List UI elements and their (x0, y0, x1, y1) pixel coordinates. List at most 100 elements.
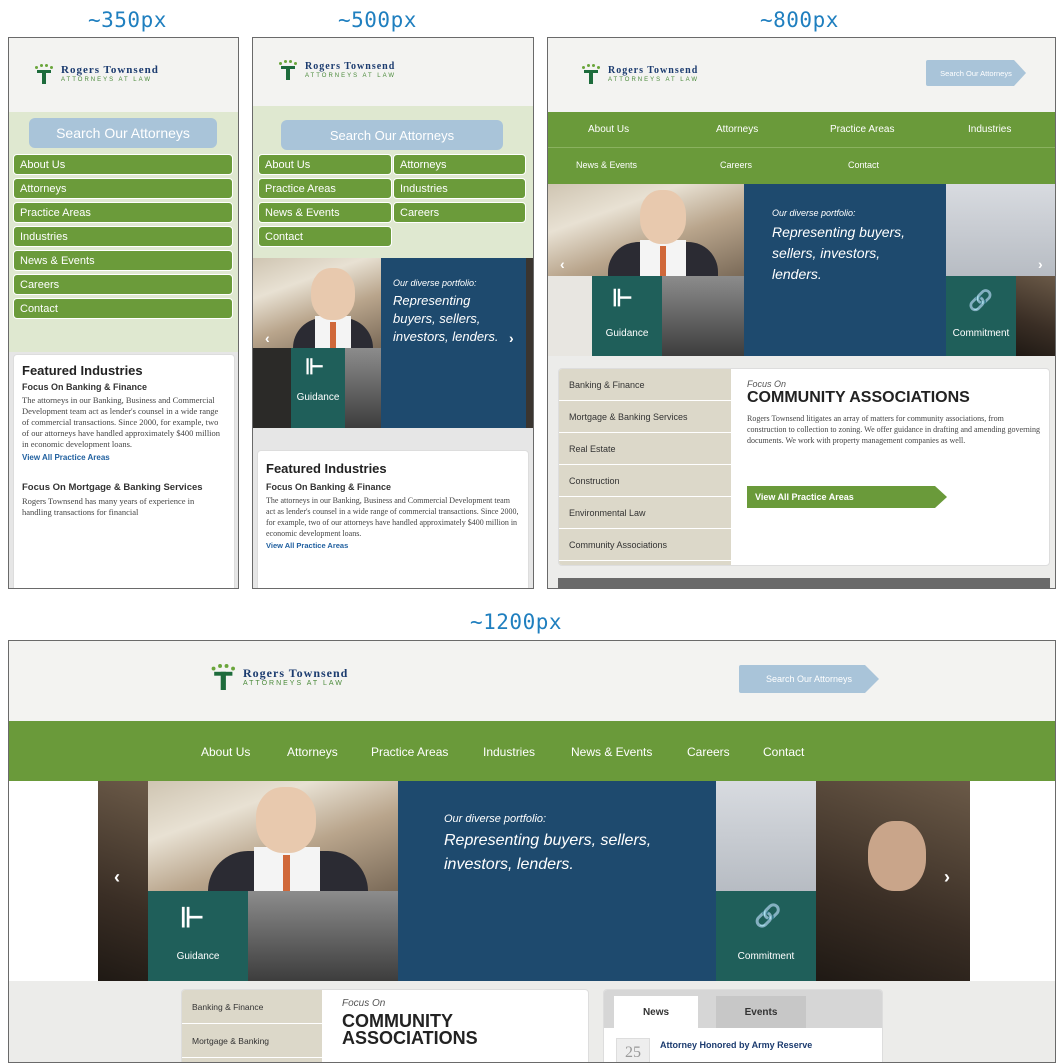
nav-attorneys[interactable]: Attorneys (393, 154, 526, 175)
nav-divider (548, 147, 1055, 148)
featured-heading-1: Focus On Banking & Finance (266, 482, 392, 492)
news-events-card: News Events 25 Attorney Honored by Army … (603, 989, 883, 1062)
nav-news-events[interactable]: News & Events (258, 202, 392, 223)
scales-photo (345, 348, 381, 428)
hero-line: Representing buyers, sellers, investors,… (393, 293, 499, 344)
mockup-800: Rogers Townsend ATTORNEYS AT LAW Search O… (547, 37, 1056, 589)
nav-about-us[interactable]: About Us (258, 154, 392, 175)
nav-industries[interactable]: Industries (968, 124, 1011, 135)
view-all-link[interactable]: View All Practice Areas (266, 541, 520, 550)
scales-photo (662, 276, 744, 356)
nav-careers[interactable]: Careers (720, 160, 752, 170)
nav-news-events[interactable]: News & Events (571, 745, 652, 759)
logo-mark-icon (277, 60, 299, 80)
industry-banking-finance[interactable]: Banking & Finance (182, 990, 322, 1024)
main-nav: About Us Attorneys Practice Areas Indust… (548, 112, 1055, 184)
nav-contact[interactable]: Contact (763, 745, 804, 759)
logo[interactable]: Rogers Townsend ATTORNEYS AT LAW (277, 60, 396, 80)
focus-title-line-2: ASSOCIATIONS (342, 1028, 478, 1048)
nav-attorneys[interactable]: Attorneys (287, 745, 338, 759)
nav-careers[interactable]: Careers (687, 745, 730, 759)
hero-line: Representing buyers, sellers, investors,… (444, 832, 652, 873)
signpost-icon: ⊩ (180, 902, 205, 933)
hero-intro: Our diverse portfolio: (393, 278, 477, 288)
industry-construction[interactable]: Construction (559, 465, 731, 497)
hero-carousel: Guidance ⊩ Our diverse portfolio: Repres… (548, 184, 1055, 356)
search-button[interactable]: Search Our Attorneys (29, 118, 217, 148)
focus-title: COMMUNITY ASSOCIATIONS (747, 389, 970, 406)
brand-sub: ATTORNEYS AT LAW (243, 680, 344, 687)
nav-about-us[interactable]: About Us (588, 124, 629, 135)
hero-message: Our diverse portfolio: Representing buye… (744, 184, 946, 356)
search-button[interactable]: Search Our Attorneys (281, 120, 503, 150)
nav-practice-areas[interactable]: Practice Areas (13, 202, 233, 223)
nav-practice-areas[interactable]: Practice Areas (830, 124, 894, 135)
view-all-practice-areas-button[interactable]: View All Practice Areas (747, 486, 947, 508)
nav-contact[interactable]: Contact (13, 298, 233, 319)
nav-news-events[interactable]: News & Events (576, 160, 637, 170)
nav-about-us[interactable]: About Us (201, 745, 250, 759)
focus-kicker: Focus On (747, 379, 787, 389)
nav-careers[interactable]: Careers (13, 274, 233, 295)
industry-mortgage-banking[interactable]: Mortgage & Banking (182, 1024, 322, 1058)
view-all-link[interactable]: View All Practice Areas (22, 453, 226, 462)
width-label-1200: ~1200px (470, 610, 563, 634)
news-headline[interactable]: Attorney Honored by Army Reserve (660, 1040, 812, 1050)
nav-about-us[interactable]: About Us (13, 154, 233, 175)
portrait-2-face (868, 821, 926, 891)
featured-heading-2: Focus On Mortgage & Banking Services (22, 482, 203, 493)
nav-careers[interactable]: Careers (393, 202, 526, 223)
featured-industries-card: Featured Industries Focus On Banking & F… (13, 354, 235, 588)
industries-list: Banking & Finance Mortgage & Banking (182, 990, 322, 1062)
nav-practice-areas[interactable]: Practice Areas (371, 745, 448, 759)
mockup-350: Rogers Townsend ATTORNEYS AT LAW Search O… (8, 37, 239, 589)
featured-title: Featured Industries (266, 461, 387, 476)
signpost-icon: ⊩ (612, 285, 633, 312)
industries-card: Banking & Finance Mortgage & Banking Ser… (558, 368, 1050, 566)
content-area: Banking & Finance Mortgage & Banking Ser… (548, 356, 1055, 588)
nav-industries[interactable]: Industries (483, 745, 535, 759)
next-arrow-icon[interactable]: › (1038, 256, 1043, 272)
brand-name: Rogers Townsend (61, 64, 159, 76)
industry-mortgage-banking[interactable]: Mortgage & Banking Services (559, 401, 731, 433)
logo-mark-icon (209, 664, 238, 690)
focus-panel: Focus On COMMUNITY ASSOCIATIONS (342, 998, 582, 1047)
logo[interactable]: Rogers Townsend ATTORNEYS AT LAW (33, 64, 159, 84)
content-area: Banking & Finance Mortgage & Banking Foc… (9, 981, 1055, 1062)
focus-kicker: Focus On (342, 998, 386, 1009)
mobile-nav: Search Our Attorneys About Us Attorneys … (9, 112, 238, 352)
nav-industries[interactable]: Industries (393, 178, 526, 199)
nav-attorneys[interactable]: Attorneys (13, 178, 233, 199)
tab-news[interactable]: News (614, 996, 698, 1028)
nav-attorneys[interactable]: Attorneys (716, 124, 758, 135)
tab-events[interactable]: Events (716, 996, 806, 1028)
industry-environmental-law[interactable]: Environmental Law (559, 497, 731, 529)
prev-arrow-icon[interactable]: ‹ (265, 330, 270, 346)
search-button[interactable]: Search Our Attorneys (926, 60, 1026, 86)
logo[interactable]: Rogers Townsend ATTORNEYS AT LAW (209, 664, 348, 690)
mockup-1200: Rogers Townsend ATTORNEYS AT LAW Search O… (8, 640, 1056, 1063)
hero-message: Our diverse portfolio: Representing buye… (381, 258, 526, 428)
nav-contact[interactable]: Contact (258, 226, 392, 247)
nav-industries[interactable]: Industries (13, 226, 233, 247)
featured-body-2: Rogers Townsend has many years of experi… (22, 496, 195, 517)
industry-real-estate[interactable]: Real Estate (559, 433, 731, 465)
search-button[interactable]: Search Our Attorneys (739, 665, 879, 693)
signpost-icon: ⊩ (305, 354, 325, 379)
nav-news-events[interactable]: News & Events (13, 250, 233, 271)
featured-title: Featured Industries (22, 363, 143, 378)
prev-arrow-icon[interactable]: ‹ (114, 867, 120, 888)
prev-arrow-icon[interactable]: ‹ (560, 256, 565, 272)
next-arrow-icon[interactable]: › (944, 867, 950, 888)
industry-community-associations[interactable]: Community Associations (559, 529, 731, 561)
portrait-tie (330, 322, 336, 348)
industries-list: Banking & Finance Mortgage & Banking Ser… (559, 369, 731, 565)
width-label-500: ~500px (338, 8, 417, 32)
next-arrow-icon[interactable]: › (509, 330, 514, 346)
hero-intro: Our diverse portfolio: (772, 208, 856, 218)
industry-banking-finance[interactable]: Banking & Finance (559, 369, 731, 401)
nav-practice-areas[interactable]: Practice Areas (258, 178, 392, 199)
logo[interactable]: Rogers Townsend ATTORNEYS AT LAW (580, 64, 699, 84)
news-date-badge: 25 (616, 1038, 650, 1062)
nav-contact[interactable]: Contact (848, 160, 879, 170)
